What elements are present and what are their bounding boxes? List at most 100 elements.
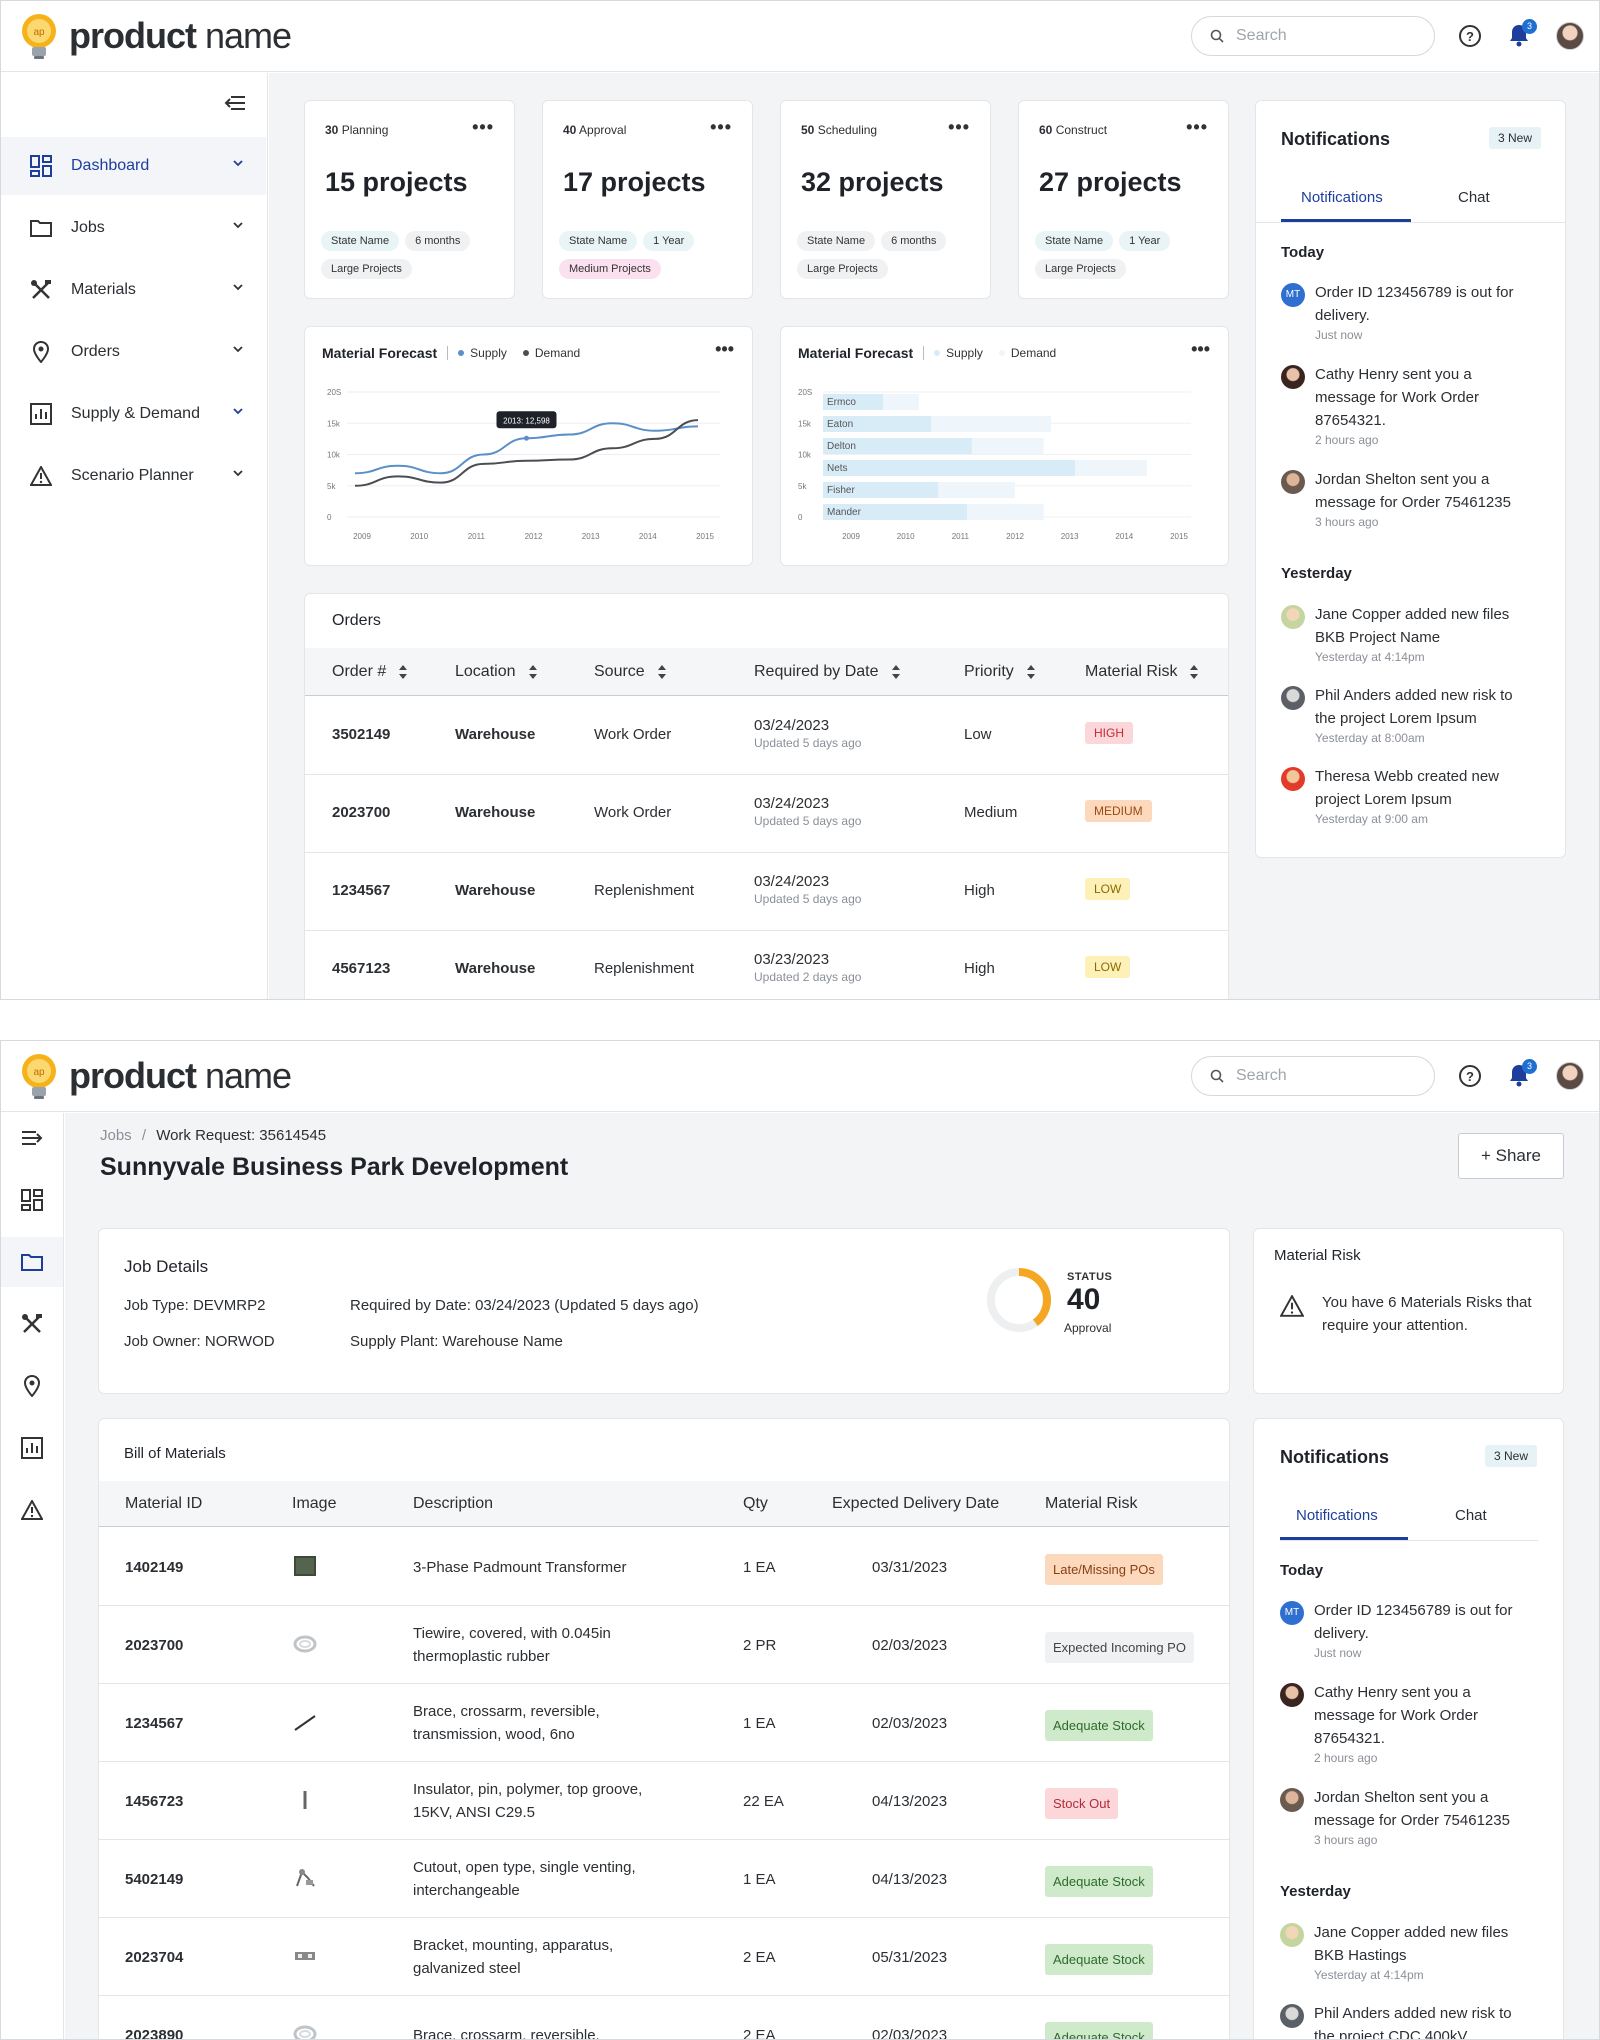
- notifications-title: Notifications: [1281, 129, 1391, 149]
- order-priority: Low: [964, 726, 992, 743]
- search-box[interactable]: [1191, 1056, 1435, 1096]
- x-tick-label: 2011: [468, 532, 486, 541]
- stat-card-scheduling[interactable]: 50 Scheduling ••• 32 projects State Name…: [780, 100, 991, 299]
- expand-sidebar-button[interactable]: [1, 1113, 63, 1163]
- table-row[interactable]: 2023700 Warehouse Work Order 03/24/2023 U…: [305, 775, 1228, 853]
- more-options-icon[interactable]: •••: [715, 339, 734, 360]
- table-row[interactable]: 2023890 Brace, crossarm, reversible, 2 E…: [99, 1996, 1229, 2039]
- search-input[interactable]: [1236, 1067, 1406, 1085]
- more-options-icon[interactable]: •••: [710, 117, 732, 138]
- order-location: Warehouse: [455, 882, 536, 899]
- sidebar-item-jobs[interactable]: Jobs: [1, 199, 266, 257]
- help-icon[interactable]: ?: [1458, 1064, 1482, 1088]
- column-header-material-risk[interactable]: Material Risk: [1085, 663, 1199, 681]
- notifications-bell[interactable]: 3: [1508, 1059, 1537, 1092]
- tab-notifications[interactable]: Notifications: [1301, 189, 1383, 206]
- expected-delivery-date: 02/03/2023: [872, 1715, 948, 1732]
- table-row[interactable]: 1234567 Warehouse Replenishment 03/24/20…: [305, 853, 1228, 931]
- sidebar-item-jobs[interactable]: [1, 1237, 63, 1287]
- x-tick-label: 2009: [353, 532, 371, 541]
- material-description: Insulator, pin, polymer, top groove, 15K…: [413, 1781, 643, 1821]
- collapse-sidebar-icon[interactable]: [223, 93, 247, 113]
- y-tick-label: 5k: [327, 482, 336, 491]
- breadcrumb: Jobs / Work Request: 35614545: [100, 1127, 326, 1144]
- x-tick-label: 2015: [1170, 532, 1188, 541]
- column-header-required-by-date[interactable]: Required by Date: [754, 663, 901, 681]
- column-header-source[interactable]: Source: [594, 663, 667, 681]
- column-header-material-id[interactable]: Material ID: [125, 1495, 202, 1513]
- stat-card-approval[interactable]: 40 Approval ••• 17 projects State Name 1 …: [542, 100, 753, 299]
- table-row[interactable]: 5402149 Cutout, open type, single ventin…: [99, 1840, 1229, 1918]
- tab-chat[interactable]: Chat: [1455, 1507, 1487, 1524]
- dashboard-screen: ap productname ? 3 Dashboard Jobs Materi…: [0, 0, 1600, 1000]
- tooltip-label: 2013: 12,598: [503, 416, 550, 425]
- series-line-supply: [354, 422, 699, 475]
- location-pin-icon: [32, 341, 50, 363]
- x-tick-label: 2012: [1006, 532, 1024, 541]
- sidebar-item-materials[interactable]: Materials: [1, 261, 266, 319]
- tab-notifications[interactable]: Notifications: [1296, 1507, 1378, 1524]
- sidebar-item-dashboard[interactable]: Dashboard: [1, 137, 266, 195]
- more-options-icon[interactable]: •••: [472, 117, 494, 138]
- risk-badge: LOW: [1085, 878, 1131, 900]
- more-options-icon[interactable]: •••: [1186, 117, 1208, 138]
- sidebar-item-materials[interactable]: [1, 1299, 63, 1349]
- user-avatar[interactable]: [1556, 22, 1584, 50]
- sidebar-item-supply-demand[interactable]: [1, 1423, 63, 1473]
- category-label: Fisher: [827, 485, 855, 496]
- job-details-card: Job Details Job Type: DEVMRP2 Job Owner:…: [98, 1228, 1230, 1394]
- sidebar-item-orders[interactable]: Orders: [1, 323, 266, 381]
- more-options-icon[interactable]: •••: [948, 117, 970, 138]
- table-row[interactable]: 2023704 Bracket, mounting, apparatus, ga…: [99, 1918, 1229, 1996]
- column-header-priority[interactable]: Priority: [964, 663, 1036, 681]
- legend-demand[interactable]: Demand: [998, 346, 1056, 360]
- legend-demand[interactable]: Demand: [522, 346, 580, 360]
- table-row[interactable]: 2023700 Tiewire, covered, with 0.045in t…: [99, 1606, 1229, 1684]
- breadcrumb-jobs[interactable]: Jobs: [100, 1127, 132, 1144]
- sidebar-item-orders[interactable]: [1, 1361, 63, 1411]
- search-input[interactable]: [1236, 27, 1406, 45]
- sort-icon: [657, 665, 666, 679]
- help-icon[interactable]: ?: [1458, 24, 1482, 48]
- brace-image: [292, 1710, 318, 1741]
- column-header-description[interactable]: Description: [413, 1495, 493, 1513]
- tab-chat[interactable]: Chat: [1458, 189, 1490, 206]
- sort-icon: [891, 665, 900, 679]
- column-header-expected-delivery-date[interactable]: Expected Delivery Date: [832, 1495, 999, 1513]
- dashboard-icon: [30, 155, 52, 177]
- tag: State Name: [1035, 231, 1114, 251]
- table-row[interactable]: 1402149 3-Phase Padmount Transformer 1 E…: [99, 1528, 1229, 1606]
- stat-card-planning[interactable]: 30 Planning ••• 15 projects State Name 6 …: [304, 100, 515, 299]
- more-options-icon[interactable]: •••: [1191, 339, 1210, 360]
- sidebar-item-scenario-planner[interactable]: [1, 1485, 63, 1535]
- sidebar-item-dashboard[interactable]: [1, 1175, 63, 1225]
- table-row[interactable]: 4567123 Warehouse Replenishment 03/23/20…: [305, 931, 1228, 999]
- material-risk-badge: Expected Incoming PO: [1045, 1632, 1194, 1663]
- x-tick-label: 2014: [639, 532, 657, 541]
- required-by-date: Required by Date: 03/24/2023 (Updated 5 …: [350, 1297, 699, 1314]
- logo[interactable]: ap product name: [17, 11, 292, 61]
- column-header-material-risk[interactable]: Material Risk: [1045, 1495, 1137, 1513]
- stat-card-construct[interactable]: 60 Construct ••• 27 projects State Name 1…: [1018, 100, 1229, 299]
- bell-badge: 3: [1522, 1059, 1537, 1074]
- stat-count: 50: [801, 123, 815, 137]
- column-header-qty[interactable]: Qty: [743, 1495, 768, 1513]
- table-row[interactable]: 1456723 Insulator, pin, polymer, top gro…: [99, 1762, 1229, 1840]
- column-header-location[interactable]: Location: [455, 663, 538, 681]
- column-header-order[interactable]: Order #: [332, 663, 408, 681]
- user-avatar[interactable]: [1556, 1062, 1584, 1090]
- notifications-bell[interactable]: 3: [1508, 19, 1537, 52]
- logo[interactable]: ap product name: [17, 1051, 292, 1101]
- avatar: [1281, 686, 1305, 710]
- column-header-image[interactable]: Image: [292, 1495, 336, 1513]
- search-box[interactable]: [1191, 16, 1435, 56]
- sidebar-item-supply-demand[interactable]: Supply & Demand: [1, 385, 266, 443]
- legend-supply[interactable]: Supply: [934, 346, 983, 360]
- legend-supply[interactable]: Supply: [458, 346, 507, 360]
- share-button[interactable]: + Share: [1458, 1133, 1564, 1179]
- table-row[interactable]: 3502149 Warehouse Work Order 03/24/2023 U…: [305, 697, 1228, 775]
- sidebar-item-scenario-planner[interactable]: Scenario Planner: [1, 447, 266, 505]
- job-owner-label: Job Owner:: [124, 1333, 201, 1350]
- order-source: Work Order: [594, 804, 672, 821]
- table-row[interactable]: 1234567 Brace, crossarm, reversible, tra…: [99, 1684, 1229, 1762]
